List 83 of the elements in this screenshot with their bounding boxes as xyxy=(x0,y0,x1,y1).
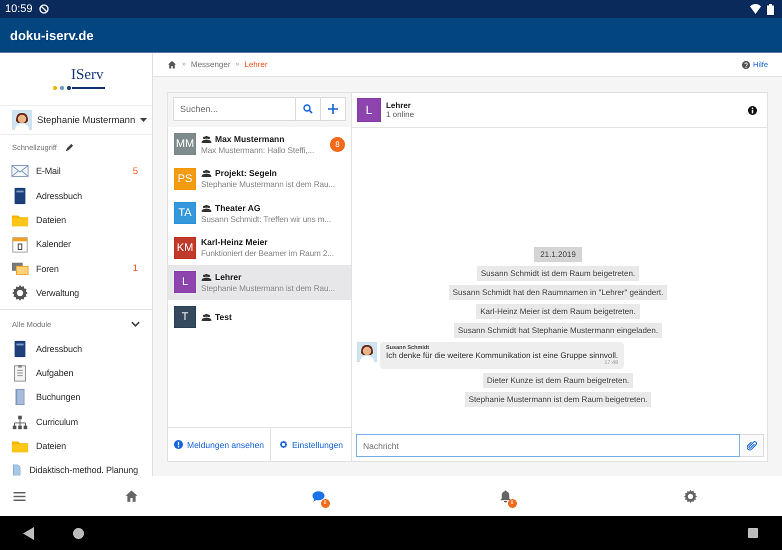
event-notice: Susann Schmidt ist dem Raum beigetreten. xyxy=(476,266,640,281)
room-item[interactable]: MM Max Mustermann Max Mustermann: Hallo Steffi,... 8 xyxy=(168,127,351,162)
search-field[interactable]: Suchen... xyxy=(173,97,296,121)
sender-avatar xyxy=(357,342,377,362)
sidebar-item[interactable]: Curriculum xyxy=(0,410,152,434)
sidebar-item[interactable]: Dateien xyxy=(0,434,152,458)
status-time: 10:59 xyxy=(5,3,33,15)
sidebar-item[interactable]: E-Mail 5 xyxy=(0,159,152,184)
pencil-icon[interactable] xyxy=(64,142,74,152)
event-notice: Karl-Heinz Meier ist dem Raum beigetreten. xyxy=(476,304,640,319)
breadcrumb-link[interactable]: Messenger xyxy=(190,60,230,69)
paperclip-icon xyxy=(746,440,756,450)
sidebar-item[interactable]: Adressbuch xyxy=(0,336,152,361)
sidebar-item[interactable]: Verwaltung xyxy=(0,280,152,306)
room-name: Max Mustermann xyxy=(215,134,284,144)
hierarchy-icon xyxy=(11,412,29,431)
caret-icon xyxy=(140,118,148,122)
settings-icon xyxy=(279,440,288,449)
date-label: 21.1.2019 xyxy=(534,247,582,262)
room-avatar: L xyxy=(357,98,381,122)
home-icon[interactable] xyxy=(124,488,138,504)
search-button[interactable] xyxy=(296,97,321,121)
room-item[interactable]: TA Theater AG Susann Schmidt: Treffen wir uns m... xyxy=(168,196,351,230)
room-avatar: PS xyxy=(174,168,196,190)
sidebar-item[interactable]: Didaktisch-method. Planung xyxy=(0,458,152,476)
room-avatar: TA xyxy=(174,202,196,224)
room-item[interactable]: KM Karl-Heinz Meier Funktioniert der Beamer im Raum 2... xyxy=(168,230,351,265)
event-notice: Stephanie Mustermann ist dem Raum beigetreten. xyxy=(464,392,652,407)
user-avatar xyxy=(12,110,32,130)
room-avatar: KM xyxy=(174,236,196,259)
sidebar-item[interactable]: Buchungen xyxy=(0,385,152,410)
room-avatar: L xyxy=(174,271,196,294)
event-notice: Susann Schmidt hat den Raumnamen in "Lehrer" geändert. xyxy=(448,285,668,300)
room-name: Theater AG xyxy=(215,202,261,213)
wifi-icon xyxy=(750,4,761,14)
battery-icon xyxy=(767,4,774,14)
home-icon[interactable] xyxy=(167,60,177,70)
room-avatar: T xyxy=(174,306,196,328)
home-button-icon[interactable] xyxy=(73,528,84,538)
room-item[interactable]: PS Projekt: Segeln Stephanie Mustermann ist dem Rau... xyxy=(168,162,351,196)
message-field[interactable]: Nachricht xyxy=(356,434,740,457)
sidebar-item[interactable]: Aufgaben xyxy=(0,360,152,386)
room-name: Karl-Heinz Meier xyxy=(201,237,268,248)
message-preview: Funktioniert der Beamer im Raum 2... xyxy=(201,249,335,258)
add-button[interactable] xyxy=(321,97,346,121)
speech-bubbles-icon xyxy=(11,260,29,278)
online-count: 1 online xyxy=(386,110,414,119)
message-preview: Susann Schmidt: Treffen wir uns m... xyxy=(201,214,332,224)
plus-icon xyxy=(328,104,338,114)
alert-icon xyxy=(174,440,183,449)
message-text: Ich denke für die weitere Kommunikation ist eine Gruppe sinnvoll. xyxy=(386,351,618,360)
settings-icon xyxy=(11,284,29,302)
message-preview: Stephanie Mustermann ist dem Rau... xyxy=(201,180,336,190)
search-icon xyxy=(303,104,313,114)
room-item[interactable]: L Lehrer Stephanie Mustermann ist dem Rau... xyxy=(168,265,351,300)
user-menu[interactable]: Stephanie Mustermann xyxy=(0,105,152,135)
unread-badge: 8 xyxy=(330,136,345,152)
attach-button[interactable] xyxy=(740,434,764,457)
chevron-icon[interactable] xyxy=(131,321,140,328)
room-name: Test xyxy=(215,312,232,322)
info-icon[interactable] xyxy=(748,106,757,114)
calendar-icon xyxy=(11,235,29,254)
chat-icon[interactable] xyxy=(310,488,326,504)
message-preview: Max Mustermann: Hallo Steffi,... xyxy=(201,146,316,155)
app-title: doku-iserv.de xyxy=(10,28,94,42)
sidebar-item[interactable]: Foren 1 xyxy=(0,256,152,281)
room-title: Lehrer xyxy=(386,101,412,110)
room-name: Projekt: Segeln xyxy=(215,168,277,178)
bell-icon[interactable] xyxy=(498,488,512,504)
room-name: Lehrer xyxy=(215,272,242,282)
room-item[interactable]: T Test xyxy=(168,300,351,334)
clipboard-icon xyxy=(11,364,29,382)
room-avatar: MM xyxy=(174,133,196,156)
sidebar-item[interactable]: Dateien xyxy=(0,208,152,232)
help-icon xyxy=(742,60,750,68)
event-notice: Dieter Kunze ist dem Raum beigetreten. xyxy=(482,373,634,388)
back-icon[interactable] xyxy=(23,526,35,540)
message-preview: Stephanie Mustermann ist dem Rau... xyxy=(201,284,336,293)
settings-icon[interactable] xyxy=(682,488,698,504)
sidebar-item[interactable]: Kalender xyxy=(0,232,152,257)
event-notice: Susann Schmidt hat Stephanie Mustermann eingeladen. xyxy=(454,323,662,338)
sidebar-item[interactable]: Adressbuch xyxy=(0,183,152,208)
logo: IServ xyxy=(53,67,105,91)
